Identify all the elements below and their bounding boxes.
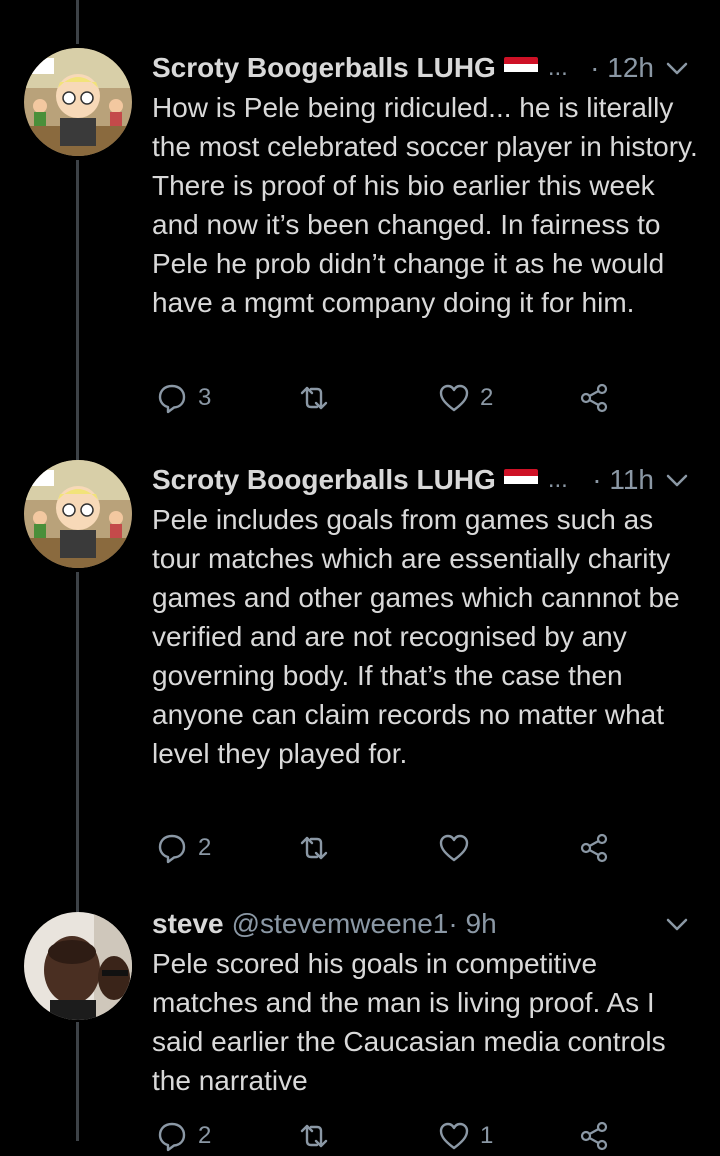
share-button[interactable] [578,828,610,868]
action-bar: 2 1 [152,1116,622,1156]
avatar[interactable] [24,912,132,1020]
tweet-header: steve @stevemweene1 · 9h [152,904,692,944]
share-button[interactable] [578,1116,610,1156]
tweet-text: How is Pele being ridiculed... he is lit… [152,92,698,318]
chevron-down-icon[interactable] [662,466,692,494]
timestamp[interactable]: · 12h [590,52,654,84]
reply-count: 3 [198,384,212,411]
like-button[interactable] [438,828,480,868]
timestamp[interactable]: · 11h [592,464,654,496]
action-bar: 2 [152,828,622,868]
tweet-header: Scroty Boogerballs LUHG ... · 12h [152,48,692,88]
action-bar: 3 2 [152,378,622,418]
reply-button[interactable]: 2 [156,828,211,868]
flag-icon [503,57,538,79]
reply-button[interactable]: 3 [156,378,211,418]
share-icon [580,383,608,413]
reply-button[interactable]: 2 [156,1116,211,1156]
thread-line-top [76,0,79,44]
retweet-button[interactable] [298,828,340,868]
reply-icon [158,834,186,864]
like-button[interactable]: 1 [438,1116,493,1156]
like-icon [439,384,469,412]
retweet-icon [300,1124,328,1148]
cartoon-classroom-avatar-icon [24,48,132,156]
reply-icon [158,1122,186,1152]
tweet[interactable]: Scroty Boogerballs LUHG ... · 12h How is… [0,48,720,428]
photo-avatar-icon [24,912,132,1020]
author-name[interactable]: Scroty Boogerballs LUHG [152,464,496,496]
like-count: 1 [480,1122,494,1149]
share-icon [580,1121,608,1151]
like-icon [439,834,469,862]
share-button[interactable] [578,378,610,418]
share-icon [580,833,608,863]
chevron-down-icon[interactable] [662,910,692,938]
cartoon-classroom-avatar-icon [24,460,132,568]
tweet-text: Pele scored his goals in competitive mat… [152,948,666,1096]
reply-count: 2 [198,1122,212,1149]
avatar[interactable] [24,460,132,568]
like-button[interactable]: 2 [438,378,493,418]
like-icon [439,1122,469,1150]
name-truncation: ... [547,54,568,81]
tweet[interactable]: Scroty Boogerballs LUHG ... · 11h Pele i… [0,460,720,880]
tweet-text: Pele includes goals from games such as t… [152,504,680,769]
tweet-header: Scroty Boogerballs LUHG ... · 11h [152,460,692,500]
tweet[interactable]: steve @stevemweene1 · 9h Pele scored his… [0,904,720,1152]
retweet-button[interactable] [298,1116,340,1156]
name-truncation: ... [547,466,568,493]
reply-icon [158,384,186,414]
author-name[interactable]: steve [152,908,224,940]
chevron-down-icon[interactable] [662,54,692,82]
avatar[interactable] [24,48,132,156]
reply-count: 2 [198,834,212,861]
retweet-icon [300,386,328,410]
author-handle[interactable]: @stevemweene1 [232,908,449,940]
flag-icon [503,469,538,491]
retweet-button[interactable] [298,378,340,418]
author-name[interactable]: Scroty Boogerballs LUHG [152,52,496,84]
timestamp[interactable]: · 9h [448,908,496,940]
retweet-icon [300,836,328,860]
like-count: 2 [480,384,494,411]
